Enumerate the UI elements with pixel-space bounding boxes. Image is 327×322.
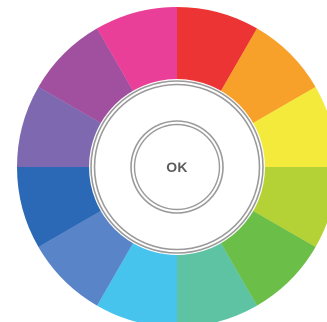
ok-button[interactable]: OK xyxy=(131,121,223,213)
ok-button-label: OK xyxy=(166,159,188,175)
color-wheel-picker: OK xyxy=(0,0,327,322)
